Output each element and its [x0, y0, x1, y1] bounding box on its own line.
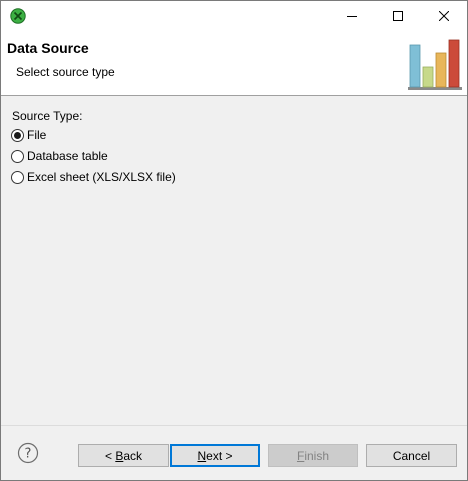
radio-label: Database table [27, 149, 108, 163]
radio-button[interactable] [11, 149, 24, 163]
page-title: Data Source [7, 40, 89, 56]
finish-mnemonic: F [296, 448, 305, 463]
cancel-label: Cancel [392, 448, 431, 463]
back-prefix: < [104, 448, 116, 463]
help-icon[interactable]: ? [17, 442, 39, 464]
title-bar [1, 1, 467, 31]
maximize-icon [393, 11, 403, 21]
close-icon [439, 11, 449, 21]
radio-button-checked[interactable] [11, 128, 24, 142]
next-label: ext > [206, 448, 233, 463]
wizard-header: Data Source Select source type [1, 31, 467, 96]
finish-label: inish [304, 448, 330, 463]
source-type-label: Source Type: [12, 109, 83, 123]
radio-excel-sheet[interactable]: Excel sheet (XLS/XLSX file) [11, 169, 176, 185]
finish-button[interactable]: Finish [268, 444, 358, 467]
source-type-panel: Source Type: File Database table Excel s… [1, 97, 467, 417]
svg-text:?: ? [25, 447, 32, 462]
radio-database-table[interactable]: Database table [11, 148, 108, 164]
maximize-button[interactable] [375, 1, 421, 31]
minimize-icon [347, 16, 357, 17]
back-mnemonic: B [115, 448, 124, 463]
back-label: ack [123, 448, 143, 463]
back-button[interactable]: < Back [78, 444, 169, 467]
next-mnemonic: N [197, 448, 207, 463]
wizard-window: Data Source Select source type Source Ty… [0, 0, 468, 481]
radio-label: File [27, 128, 47, 142]
radio-label: Excel sheet (XLS/XLSX file) [27, 170, 176, 184]
radio-button[interactable] [11, 170, 24, 184]
page-subtitle: Select source type [16, 65, 115, 79]
close-button[interactable] [421, 1, 467, 31]
radio-file[interactable]: File [11, 127, 46, 143]
cancel-button[interactable]: Cancel [366, 444, 457, 467]
app-icon [10, 8, 26, 24]
bar-chart-icon [408, 39, 462, 90]
minimize-button[interactable] [329, 1, 375, 31]
footer-divider [1, 425, 467, 426]
next-button[interactable]: Next > [170, 444, 260, 467]
